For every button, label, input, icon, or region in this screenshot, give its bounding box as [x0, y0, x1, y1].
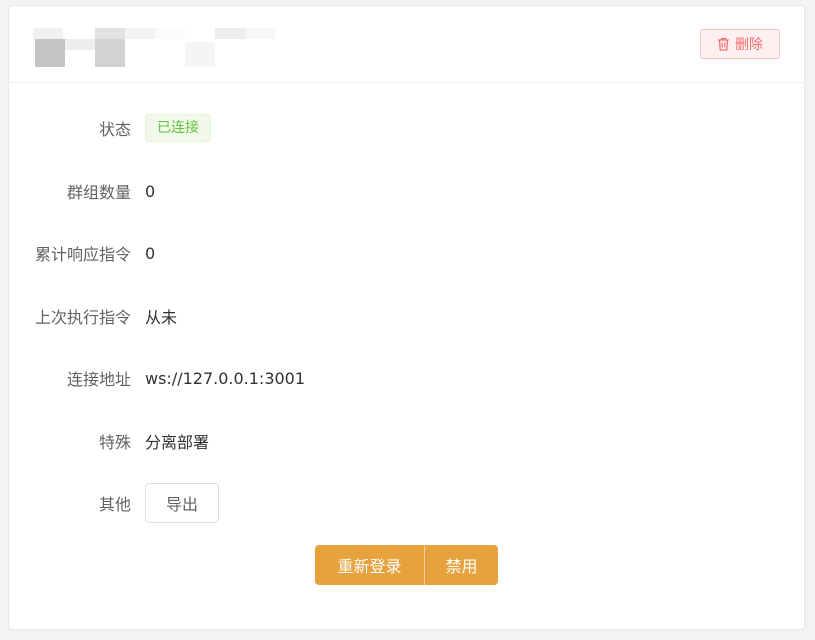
delete-button[interactable]: 删除 — [700, 29, 780, 59]
field-connection-address: 连接地址 ws://127.0.0.1:3001 — [9, 358, 804, 398]
field-total-responses: 累计响应指令 0 — [9, 233, 804, 273]
field-value: 0 — [145, 243, 156, 263]
field-label: 群组数量 — [66, 183, 131, 202]
field-last-command: 上次执行指令 从未 — [9, 296, 804, 336]
bot-card: 删除 状态 已连接 群组数量 0 累计响应指令 0 上次执行指令 从未 连接地址… — [8, 5, 805, 630]
relogin-button[interactable]: 重新登录 — [315, 545, 425, 585]
field-label: 上次执行指令 — [34, 308, 131, 327]
field-value: 分离部署 — [145, 433, 210, 452]
action-button-group: 重新登录 禁用 — [315, 545, 498, 585]
field-label: 连接地址 — [66, 370, 131, 389]
field-other: 其他 导出 — [9, 483, 804, 523]
field-value: 0 — [145, 181, 156, 201]
card-header: 删除 — [9, 6, 804, 83]
field-label: 累计响应指令 — [34, 245, 131, 264]
disable-button[interactable]: 禁用 — [425, 545, 498, 585]
field-label: 特殊 — [98, 433, 131, 452]
field-value: ws://127.0.0.1:3001 — [145, 368, 306, 388]
status-badge: 已连接 — [145, 114, 211, 142]
field-special: 特殊 分离部署 — [9, 421, 804, 461]
field-status: 状态 已连接 — [9, 108, 804, 148]
field-label: 状态 — [98, 120, 131, 139]
export-button[interactable]: 导出 — [145, 483, 219, 523]
trash-icon — [718, 37, 729, 51]
field-group-count: 群组数量 0 — [9, 171, 804, 211]
delete-label: 删除 — [735, 37, 763, 53]
field-label: 其他 — [98, 495, 131, 514]
field-value: 从未 — [145, 308, 178, 327]
